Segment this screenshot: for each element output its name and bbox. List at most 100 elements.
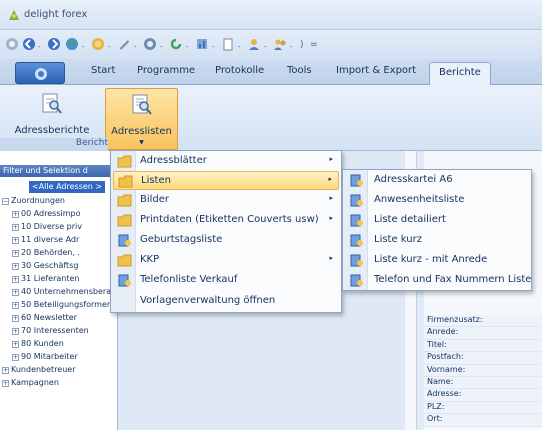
submenu-item-liste-kurz[interactable]: Liste kurz [345, 231, 531, 250]
menu-item-telefonliste-verkauf[interactable]: Telefonliste Verkauf [113, 271, 339, 290]
chevron-right-icon: ▸ [329, 194, 333, 202]
app-orb-icon [35, 68, 47, 80]
field-label: Adresse: [424, 389, 542, 402]
menu-item-printdaten[interactable]: Printdaten (Etiketten Couverts usw) ▸ [113, 211, 339, 230]
menu-item-kkp[interactable]: KKP ▸ [113, 251, 339, 270]
expand-icon[interactable]: + [12, 328, 19, 335]
user-icon[interactable] [246, 36, 262, 52]
tree-node[interactable]: +50 Beteiligungsformen [12, 300, 112, 309]
expand-icon[interactable]: + [12, 315, 19, 322]
folder-icon [117, 194, 132, 207]
filter-header: Filter und Selektion d [0, 165, 118, 177]
field-label: Ort: [424, 414, 542, 427]
report-magnifier-icon [42, 93, 62, 114]
chevron-right-icon: ▸ [328, 175, 332, 183]
expand-icon[interactable]: + [12, 211, 19, 218]
menu-item-listen[interactable]: Listen ▸ [113, 171, 339, 190]
chevron-right-icon: ▸ [329, 214, 333, 222]
expand-icon[interactable]: + [12, 276, 19, 283]
report-icon [350, 194, 363, 207]
tools-icon[interactable] [116, 36, 132, 52]
field-list: Firmenzusatz: Anrede: Titel: Postfach: V… [424, 315, 542, 427]
tab-start[interactable]: Start [91, 65, 115, 76]
folder-icon [117, 254, 132, 267]
folder-icon [117, 155, 132, 168]
tree-node[interactable]: +31 Lieferanten [12, 274, 79, 283]
tree-node[interactable]: +60 Newsletter [12, 313, 77, 322]
expand-icon[interactable]: + [2, 380, 9, 387]
application-menu-button[interactable] [15, 62, 65, 84]
tab-protokolle[interactable]: Protokolle [215, 65, 264, 76]
menu-item-vorlagenverwaltung[interactable]: Vorlagenverwaltung öffnen [113, 292, 339, 311]
tab-import-export[interactable]: Import & Export [336, 65, 416, 76]
refresh-icon[interactable] [168, 36, 184, 52]
menu-item-geburtstagsliste[interactable]: Geburtstagsliste [113, 231, 339, 250]
tree-node[interactable]: +90 Mitarbeiter [12, 352, 78, 361]
home-icon[interactable] [4, 36, 20, 52]
menu-item-adressblaetter[interactable]: Adressblätter ▸ [113, 152, 339, 171]
chevron-right-icon: ▸ [329, 155, 333, 163]
expand-icon[interactable]: + [2, 367, 9, 374]
field-label: Vorname: [424, 364, 542, 377]
target-icon[interactable] [142, 36, 158, 52]
back-icon[interactable] [21, 36, 37, 52]
menu-item-bilder[interactable]: Bilder ▸ [113, 191, 339, 210]
people-icon[interactable] [272, 36, 288, 52]
expand-icon[interactable]: + [12, 354, 19, 361]
field-label: Postfach: [424, 352, 542, 365]
expand-icon[interactable]: + [12, 237, 19, 244]
tab-programme[interactable]: Programme [137, 65, 195, 76]
ribbon-tabs: Start Programme Protokolle Tools Import … [0, 59, 542, 86]
adresslisten-button[interactable]: Adresslisten ▼ [105, 88, 178, 150]
report-icon [118, 234, 131, 247]
overflow-icon[interactable]: ) [300, 40, 304, 50]
app-logo-icon [9, 10, 19, 20]
chart-icon[interactable] [194, 36, 210, 52]
coin-icon[interactable] [90, 36, 106, 52]
window-title: delight forex [24, 9, 88, 20]
field-label: PLZ: [424, 401, 542, 415]
clipboard-icon[interactable] [220, 36, 236, 52]
report-icon [350, 174, 363, 187]
all-addresses-item[interactable]: <Alle Adressen > [29, 181, 106, 193]
report-icon [118, 274, 131, 287]
forward-icon[interactable] [46, 36, 62, 52]
report-icon [350, 214, 363, 227]
expand-icon[interactable]: + [12, 289, 19, 296]
title-bar: delight forex [0, 0, 542, 30]
folder-icon [118, 175, 133, 188]
expand-icon[interactable]: + [12, 263, 19, 270]
submenu-item-anwesenheitsliste[interactable]: Anwesenheitsliste [345, 191, 531, 210]
tab-berichte[interactable]: Berichte [429, 62, 491, 86]
quick-access-toolbar: - - - - - - - - - - ) = [0, 30, 542, 59]
expand-icon[interactable]: + [12, 341, 19, 348]
field-label: Name: [424, 376, 542, 390]
tree-node[interactable]: +30 Geschäftsg [12, 261, 78, 270]
expand-icon[interactable]: + [12, 250, 19, 257]
tree-node[interactable]: +20 Behörden, . [12, 248, 80, 257]
globe-icon[interactable] [64, 36, 80, 52]
listen-submenu: Adresskartei A6 Anwesenheitsliste Liste … [342, 169, 532, 291]
submenu-item-liste-kurz-anrede[interactable]: Liste kurz - mit Anrede [345, 251, 531, 270]
expand-icon[interactable]: + [12, 224, 19, 231]
expand-icon[interactable]: + [12, 302, 19, 309]
tab-tools[interactable]: Tools [287, 65, 312, 76]
adressberichte-button[interactable]: Adressberichte ▼ [2, 88, 102, 145]
tree-node[interactable]: +00 Adressimpo [12, 209, 81, 218]
tree-node[interactable]: + Kundenbetreuer [2, 365, 76, 374]
adresslisten-label: Adresslisten [111, 126, 172, 137]
submenu-item-telefon-fax[interactable]: Telefon und Fax Nummern Liste [345, 271, 531, 290]
filter-panel: Filter und Selektion d <Alle Adressen > … [0, 151, 129, 430]
field-label: Firmenzusatz: [424, 315, 542, 328]
tree-node[interactable]: + Kampagnen [2, 378, 59, 387]
submenu-item-liste-detailiert[interactable]: Liste detailiert [345, 211, 531, 230]
collapse-icon[interactable]: − [2, 198, 9, 205]
report-icon [350, 254, 363, 267]
tree-node[interactable]: +10 Diverse priv [12, 222, 82, 231]
tree-node[interactable]: +11 diverse Adr [12, 235, 79, 244]
report-icon [350, 234, 363, 247]
submenu-item-adresskartei[interactable]: Adresskartei A6 [345, 171, 531, 190]
tree-node[interactable]: − Zuordnungen [2, 196, 65, 205]
tree-node[interactable]: +80 Kunden [12, 339, 64, 348]
tree-node[interactable]: +70 Interessenten [12, 326, 89, 335]
